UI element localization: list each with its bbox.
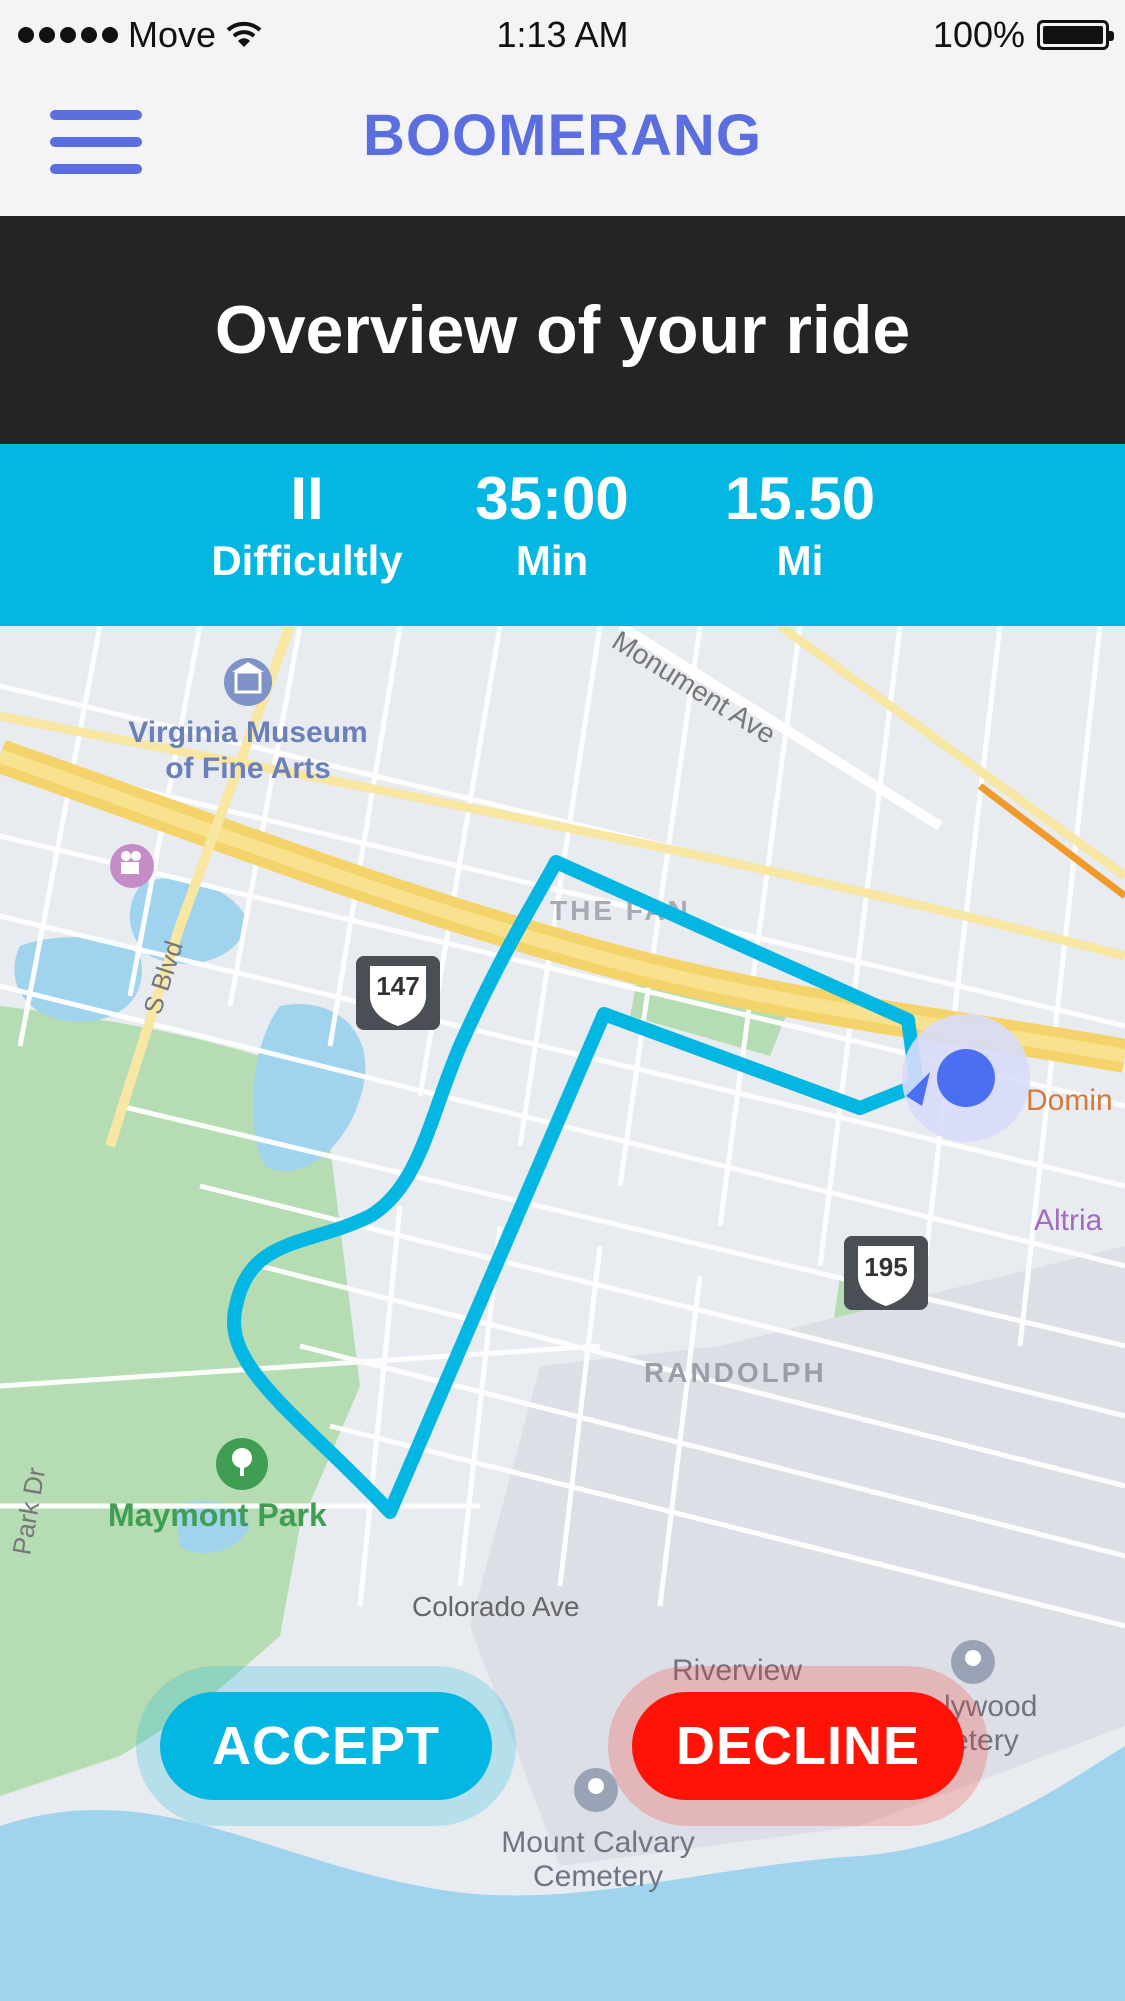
park-tree-icon: [216, 1438, 268, 1490]
nav-bar: BOOMERANG: [0, 72, 1125, 216]
stat-value: II: [290, 465, 324, 532]
monument-ave-label: Monument Ave: [607, 626, 781, 750]
app-title: BOOMERANG: [363, 103, 762, 168]
route-195-shield: 195: [844, 1236, 928, 1310]
maymont-park-label: Maymont Park: [108, 1497, 327, 1533]
dominion-label: Domin: [1026, 1084, 1113, 1117]
cinema-icon: [110, 844, 154, 888]
stat-label: Difficultly: [211, 537, 403, 584]
lake: [253, 1004, 366, 1172]
colorado-ave-label: Colorado Ave: [412, 1591, 580, 1622]
ride-stats: II Difficultly 35:00 Min 15.50 Mi: [0, 444, 1125, 626]
battery-icon: [1037, 20, 1114, 50]
status-right: 100%: [932, 14, 1114, 56]
museum-icon: [224, 658, 272, 706]
museum-label-line1: Virginia Museum: [128, 716, 368, 749]
current-location-marker: [902, 1014, 1030, 1142]
route-195-label: 195: [864, 1252, 907, 1282]
decline-button[interactable]: DECLINE: [632, 1692, 964, 1800]
accept-button-halo: ACCEPT: [136, 1666, 516, 1826]
accept-button[interactable]: ACCEPT: [160, 1692, 492, 1800]
stat-difficulty: II Difficultly: [187, 464, 427, 588]
diagonal-road: [777, 626, 1125, 880]
route-map[interactable]: 147 195 Virginia Museum of Fine Arts Mon…: [0, 626, 1125, 2001]
ride-header: Overview of your ride: [0, 216, 1125, 444]
busy-road: [977, 783, 1125, 899]
route-147-shield: 147: [356, 956, 440, 1030]
page-title: Overview of your ride: [214, 292, 911, 368]
cemetery-icon: [574, 1768, 618, 1812]
randolph-label: RANDOLPH: [644, 1357, 827, 1388]
cemetery-icon: [951, 1640, 995, 1684]
stat-distance: 15.50 Mi: [680, 464, 920, 588]
battery-percent: 100%: [932, 14, 1025, 55]
mount-calvary-label-line1: Mount Calvary: [501, 1826, 694, 1859]
stat-label: Mi: [776, 537, 824, 584]
decline-button-halo: DECLINE: [608, 1666, 988, 1826]
museum-label-line2: of Fine Arts: [165, 752, 331, 785]
mount-calvary-label-line2: Cemetery: [533, 1860, 663, 1893]
status-bar: Move 1:13 AM 100%: [0, 0, 1125, 72]
stat-value: 35:00: [475, 465, 629, 532]
stat-label: Min: [515, 537, 589, 584]
stat-duration: 35:00 Min: [432, 464, 672, 588]
altria-label: Altria: [1034, 1204, 1103, 1237]
route-147-label: 147: [376, 971, 419, 1001]
stat-value: 15.50: [724, 465, 876, 532]
